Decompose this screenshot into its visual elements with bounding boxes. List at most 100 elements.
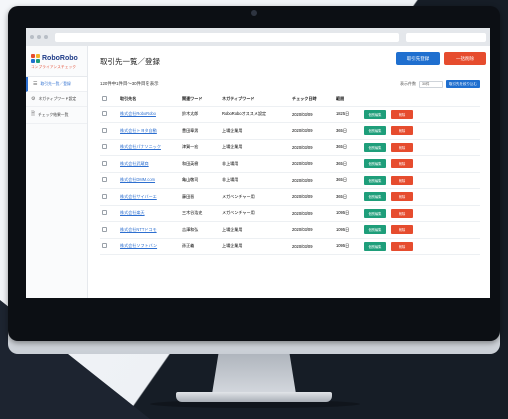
row-checkbox[interactable] [102,177,107,183]
row-checkbox[interactable] [102,144,107,150]
client-name-link[interactable]: 株式会社武蔵商 [120,161,149,166]
row-checkbox[interactable] [102,193,107,199]
client-name-link[interactable]: 株式会社ソフトバン [120,243,157,248]
address-bar[interactable] [55,32,399,42]
row-checkbox[interactable] [102,111,107,117]
row-checkbox[interactable] [102,127,107,133]
table-row: 株式会社パナソニック 津賀一宏 上場企業用 2020/03/09 365日 個別… [100,139,480,156]
edit-button[interactable]: 個別編集 [364,225,386,235]
table-row: 株式会社RoboRobo 鈴木太郎 RoboRoboオススメ設定 2020/03… [100,106,480,123]
related-word: 藤田晋 [180,188,220,206]
check-date: 2020/03/09 [290,106,334,123]
client-name-link[interactable]: 株式会社楽天 [120,210,145,215]
check-range: 365日 [334,155,362,173]
delete-button[interactable]: 削除 [391,159,413,169]
related-word: 三木谷浩史 [180,205,220,222]
delete-button[interactable]: 削除 [391,175,413,185]
table-row: 株式会社武蔵商 和田英樹 非上場用 2020/03/09 365日 個別編集 削除 [100,155,480,173]
negative-word: 上場企業用 [220,139,290,156]
monitor-stand-neck [212,352,296,394]
edit-button[interactable]: 個別編集 [364,126,386,136]
check-range: 1095日 [334,238,362,255]
negative-word: 上場企業用 [220,122,290,140]
related-word: 孫正義 [180,238,220,255]
app: RoboRobo コンプライアンスチェック ☰ 取引先一覧／登録 ⚙ ネガティブ… [26,46,490,298]
forward-icon[interactable] [37,35,41,39]
reload-icon[interactable] [44,35,48,39]
main-content: 取引先一覧／登録 取引先登録 一括削除 120件中1件目〜30件目を表示 表示件… [88,46,490,298]
screen: RoboRobo コンプライアンスチェック ☰ 取引先一覧／登録 ⚙ ネガティブ… [26,28,490,298]
logo-name: RoboRobo [42,55,78,62]
per-page-select[interactable]: 30件 [419,80,443,88]
back-icon[interactable] [30,35,34,39]
related-word: 吉澤和弘 [180,221,220,239]
table-row: 株式会社ソフトバン 孫正義 上場企業用 2020/03/09 1095日 個別編… [100,238,480,255]
client-name-link[interactable]: 株式会社RoboRobo [120,111,156,116]
row-checkbox[interactable] [102,226,107,232]
row-checkbox[interactable] [102,210,107,216]
sidebar-item-label: 取引先一覧／登録 [40,81,71,86]
negative-word: 非上場用 [220,172,290,189]
document-icon: 🗎 [31,111,36,117]
edit-button[interactable]: 個別編集 [364,109,386,119]
edit-button[interactable]: 個別編集 [364,142,386,152]
sidebar-item-clients[interactable]: ☰ 取引先一覧／登録 [26,77,87,92]
related-word: 豊田章男 [180,122,220,140]
delete-button[interactable]: 削除 [391,126,413,136]
delete-button[interactable]: 削除 [391,225,413,235]
browser-search[interactable] [406,32,486,42]
check-range: 1095日 [334,221,362,239]
delete-button[interactable]: 削除 [391,142,413,152]
client-name-link[interactable]: 株式会社パナソニック [120,144,161,149]
table-row: 株式会社サイバーエ 藤田晋 メガベンチャー用 2020/03/09 365日 個… [100,188,480,206]
column-header-name: 取引先名 [118,93,180,107]
result-info: 120件中1件目〜30件目を表示 表示件数 30件 取引先を絞り込む [100,80,480,88]
column-header-range: 範囲 [334,93,362,107]
browser-chrome [26,28,490,46]
client-name-link[interactable]: 株式会社トヨタ自動 [120,128,157,133]
sidebar: RoboRobo コンプライアンスチェック ☰ 取引先一覧／登録 ⚙ ネガティブ… [26,46,88,298]
table-row: 株式会社トヨタ自動 豊田章男 上場企業用 2020/03/09 365日 個別編… [100,122,480,140]
row-checkbox[interactable] [102,160,107,166]
register-client-button[interactable]: 取引先登録 [396,52,440,65]
delete-button[interactable]: 削除 [391,192,413,202]
sidebar-item-negative-words[interactable]: ⚙ ネガティブワード設定 [26,92,87,107]
filter-button[interactable]: 取引先を絞り込む [446,80,480,88]
delete-button[interactable]: 削除 [391,208,413,218]
per-page-area: 表示件数 30件 取引先を絞り込む [400,80,480,88]
row-checkbox[interactable] [102,243,107,249]
check-date: 2020/03/09 [290,122,334,140]
per-page-label: 表示件数 [400,81,416,86]
client-name-link[interactable]: 株式会社DMM.com [120,177,155,182]
edit-button[interactable]: 個別編集 [364,175,386,185]
delete-button[interactable]: 削除 [391,241,413,251]
table-row: 株式会社DMM.com 亀山敬司 非上場用 2020/03/09 365日 個別… [100,172,480,189]
sidebar-item-label: チェック結果一覧 [38,112,69,117]
table-row: 株式会社楽天 三木谷浩史 メガベンチャー用 2020/03/09 1095日 個… [100,205,480,222]
check-date: 2020/03/09 [290,139,334,156]
list-icon: ☰ [33,81,38,87]
bulk-delete-button[interactable]: 一括削除 [444,52,486,65]
edit-button[interactable]: 個別編集 [364,241,386,251]
negative-word: 非上場用 [220,155,290,173]
edit-button[interactable]: 個別編集 [364,192,386,202]
check-range: 1095日 [334,205,362,222]
edit-button[interactable]: 個別編集 [364,208,386,218]
client-name-link[interactable]: 株式会社サイバーエ [120,194,157,199]
logo[interactable]: RoboRobo コンプライアンスチェック [26,54,87,77]
negative-word: メガベンチャー用 [220,205,290,222]
camera-icon [251,10,257,16]
check-date: 2020/03/09 [290,238,334,255]
client-name-link[interactable]: 株式会社NTTドコモ [120,227,157,232]
negative-word: 上場企業用 [220,221,290,239]
table-row: 株式会社NTTドコモ 吉澤和弘 上場企業用 2020/03/09 1095日 個… [100,221,480,239]
negative-word: RoboRoboオススメ設定 [220,106,290,123]
related-word: 鈴木太郎 [180,106,220,123]
check-date: 2020/03/09 [290,155,334,173]
edit-button[interactable]: 個別編集 [364,159,386,169]
delete-button[interactable]: 削除 [391,109,413,119]
sidebar-item-check-results[interactable]: 🗎 チェック結果一覧 [26,107,87,124]
check-range: 365日 [334,172,362,189]
select-all-checkbox[interactable] [102,96,107,102]
check-range: 1825日 [334,106,362,123]
